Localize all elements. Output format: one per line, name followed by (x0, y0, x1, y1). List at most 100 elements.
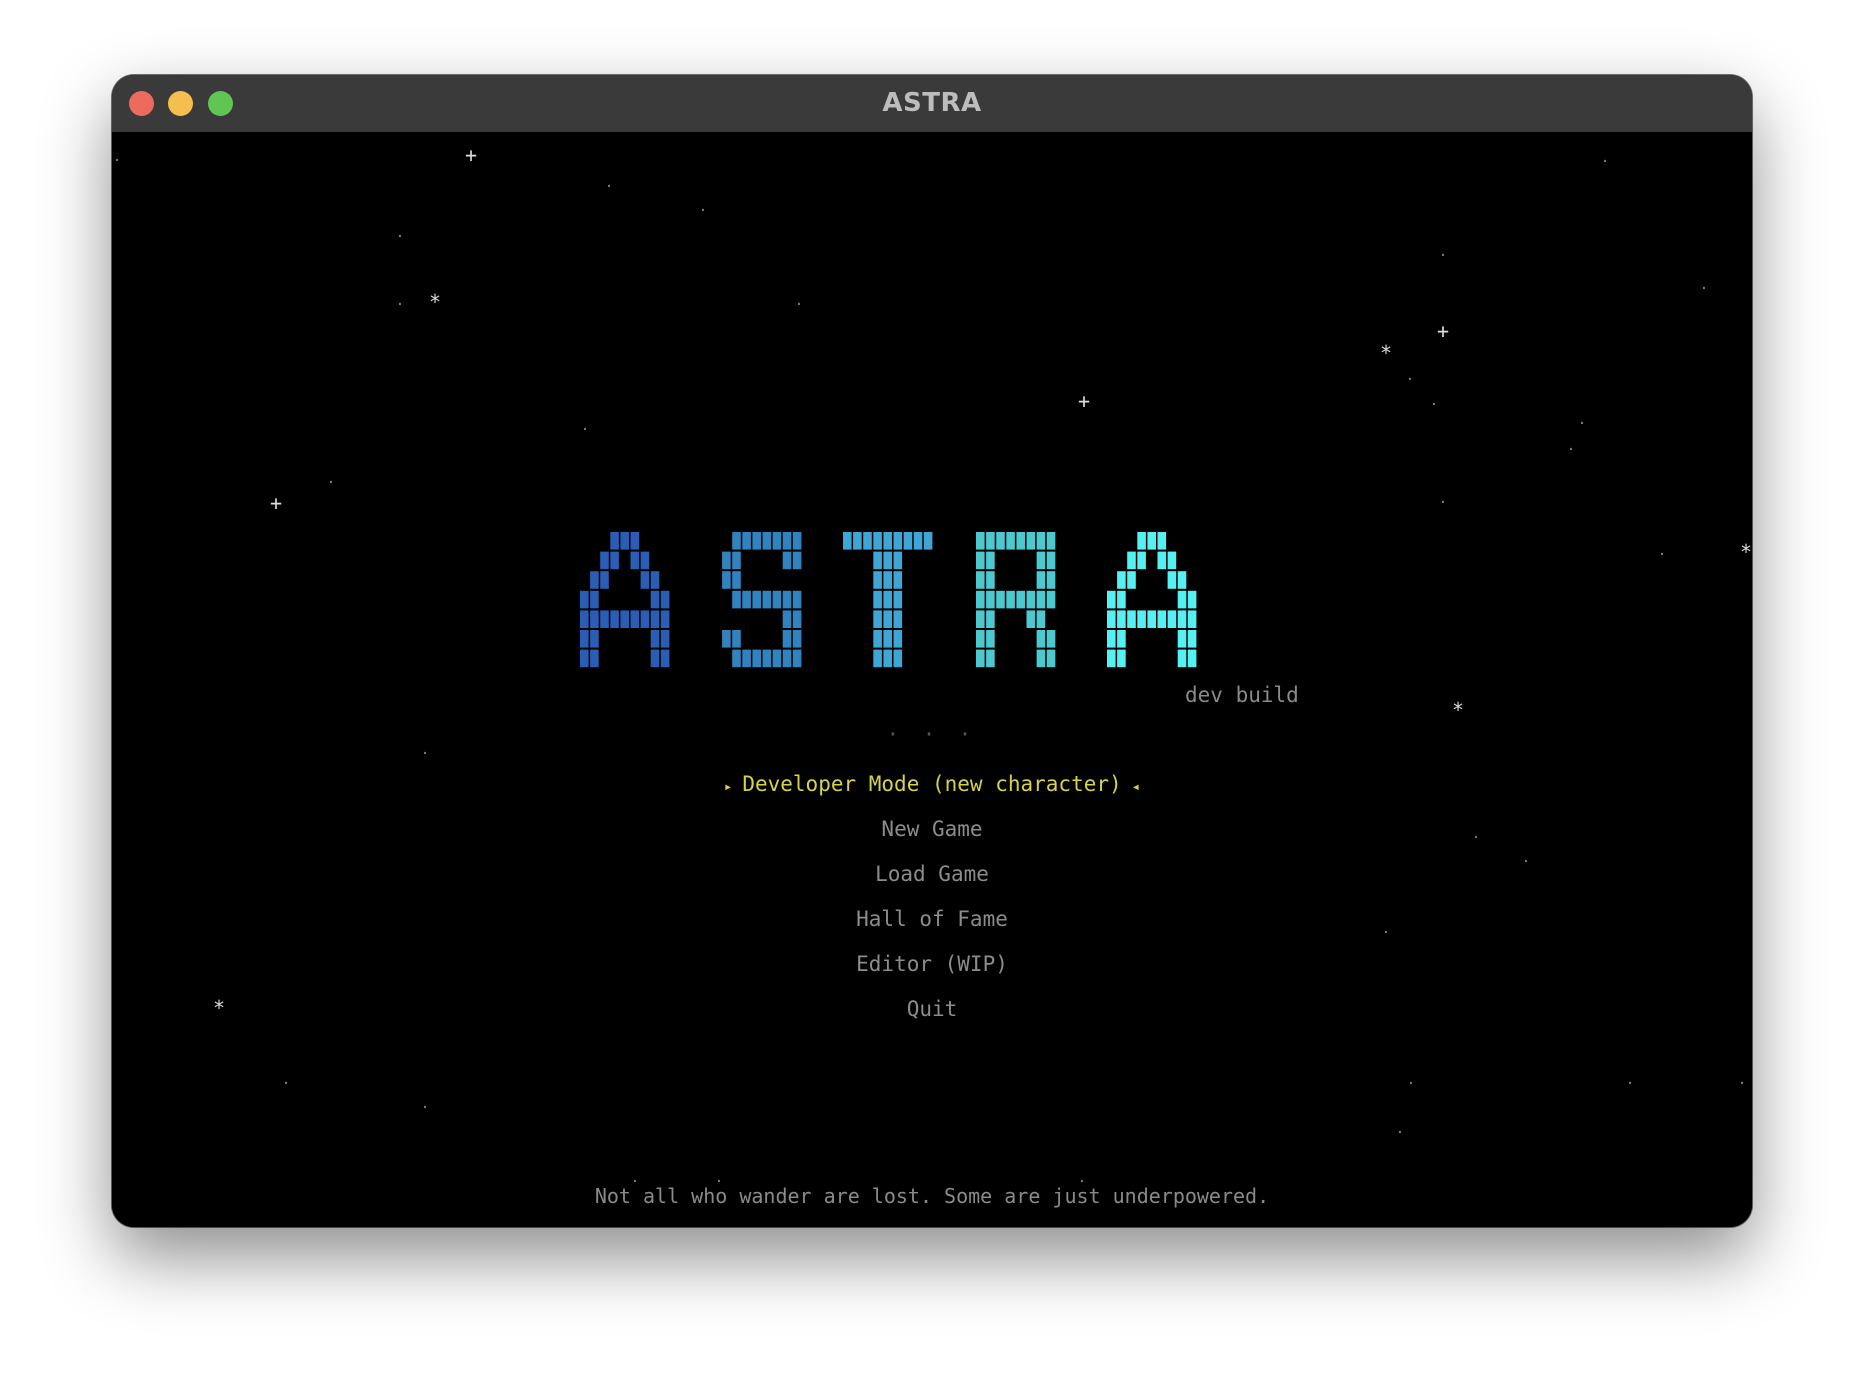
logo-pixel (752, 590, 761, 609)
menu-item-new-game[interactable]: New Game (112, 807, 1752, 852)
logo-pixel (893, 649, 903, 668)
logo-pixel (590, 630, 599, 648)
logo-pixel (732, 551, 741, 570)
logo-pixel (1107, 649, 1116, 668)
logo-pixel (1117, 649, 1126, 668)
logo-pixel (1026, 590, 1036, 609)
logo-pixel (772, 590, 782, 609)
logo-pixel (590, 571, 599, 589)
logo-pixel (742, 649, 751, 668)
logo-pixel (732, 590, 741, 609)
logo-pixel (782, 610, 792, 628)
logo-pixel (976, 532, 985, 550)
logo-pixel (660, 610, 670, 628)
logo-pixel (722, 571, 731, 589)
logo-pixel (986, 590, 995, 609)
menu-item-developer-mode-new-character[interactable]: ▸ Developer Mode (new character) ◂ (112, 762, 1752, 807)
logo-pixel (600, 571, 609, 589)
logo-pixel (782, 532, 792, 550)
logo-pixel (893, 630, 903, 648)
logo-pixel (1177, 590, 1187, 609)
logo-pixel (792, 610, 802, 628)
logo-pixel (1006, 590, 1015, 609)
logo-pixel (792, 532, 802, 550)
logo-pixel (1036, 630, 1046, 648)
logo-pixel (640, 610, 650, 628)
logo-pixel (772, 532, 782, 550)
logo-pixel (792, 551, 802, 570)
logo-pixel (1117, 630, 1126, 648)
logo-pixel (732, 649, 741, 668)
main-menu: ▸ Developer Mode (new character) ◂ New Game… (112, 762, 1752, 1032)
logo-pixel (590, 610, 599, 628)
logo-pixel (863, 532, 872, 550)
logo-pixel (1016, 532, 1025, 550)
logo-pixel (903, 532, 913, 550)
menu-item-quit[interactable]: Quit (112, 987, 1752, 1032)
logo-pixel (873, 532, 882, 550)
menu-item-label: Developer Mode (new character) (742, 772, 1122, 796)
logo-pixel (742, 532, 751, 550)
title-bar[interactable]: ASTRA (112, 75, 1752, 133)
logo-pixel (782, 630, 792, 648)
logo-pixel (610, 551, 619, 570)
logo-pixel (1167, 551, 1177, 570)
logo-pixel (650, 571, 660, 589)
tagline: Not all who wander are lost. Some are ju… (594, 1184, 1270, 1208)
logo-pixel (1107, 630, 1116, 648)
logo-pixel (986, 532, 995, 550)
logo-pixel (620, 532, 629, 550)
logo-pixel (762, 590, 772, 609)
window-title: ASTRA (882, 88, 982, 118)
logo-pixel (1147, 610, 1156, 628)
logo-pixel (893, 610, 903, 628)
logo-pixel (1026, 532, 1036, 550)
menu-item-editor-wip[interactable]: Editor (WIP) (112, 942, 1752, 987)
logo-pixel (650, 610, 660, 628)
logo-pixel (590, 590, 599, 609)
menu-item-hall-of-fame[interactable]: Hall of Fame (112, 897, 1752, 942)
logo-pixel (660, 590, 670, 609)
logo-pixel (1147, 532, 1156, 550)
logo-pixel (650, 630, 660, 648)
logo-pixel (1127, 551, 1136, 570)
logo-pixel (923, 532, 933, 550)
logo-pixel (986, 551, 995, 570)
star-dot: · (1625, 1076, 1635, 1092)
logo-pixel (752, 532, 761, 550)
logo-pixel (986, 610, 995, 628)
logo-pixel (893, 532, 903, 550)
logo-pixel (1187, 610, 1197, 628)
logo-pixel (1187, 649, 1197, 668)
logo-pixel (580, 649, 589, 668)
logo-pixel (1187, 590, 1197, 609)
star-dot: · (1737, 1076, 1747, 1092)
logo-pixel (976, 551, 985, 570)
game-window: ASTRA · + · · · · * · · · · + * · · · · + · · + · · * * · · · · * · · · ·… (112, 75, 1752, 1227)
logo-pixel (732, 630, 741, 648)
star-dot: · (420, 746, 430, 762)
logo-pixel (580, 630, 589, 648)
logo-pixel (1046, 532, 1056, 550)
menu-item-load-game[interactable]: Load Game (112, 852, 1752, 897)
logo-pixel (913, 532, 923, 550)
logo-pixel (782, 551, 792, 570)
logo-letter-1 (580, 532, 670, 668)
selector-left-icon: ▸ (723, 779, 733, 795)
logo-pixel (1107, 590, 1116, 609)
logo-pixel (1046, 571, 1056, 589)
selector-right-icon: ◂ (1131, 779, 1141, 795)
logo-pixel (660, 630, 670, 648)
logo-pixel (1036, 571, 1046, 589)
logo-pixel (873, 590, 882, 609)
logo-pixel (762, 532, 772, 550)
logo-pixel (1036, 649, 1046, 668)
logo-pixel (1137, 551, 1146, 570)
logo-pixel (722, 551, 731, 570)
logo-pixel (976, 571, 985, 589)
logo-pixel (660, 649, 670, 668)
logo-pixel (883, 590, 892, 609)
star-dot: · (1406, 1076, 1416, 1092)
logo-pixel (873, 571, 882, 589)
logo-pixel (1036, 532, 1046, 550)
